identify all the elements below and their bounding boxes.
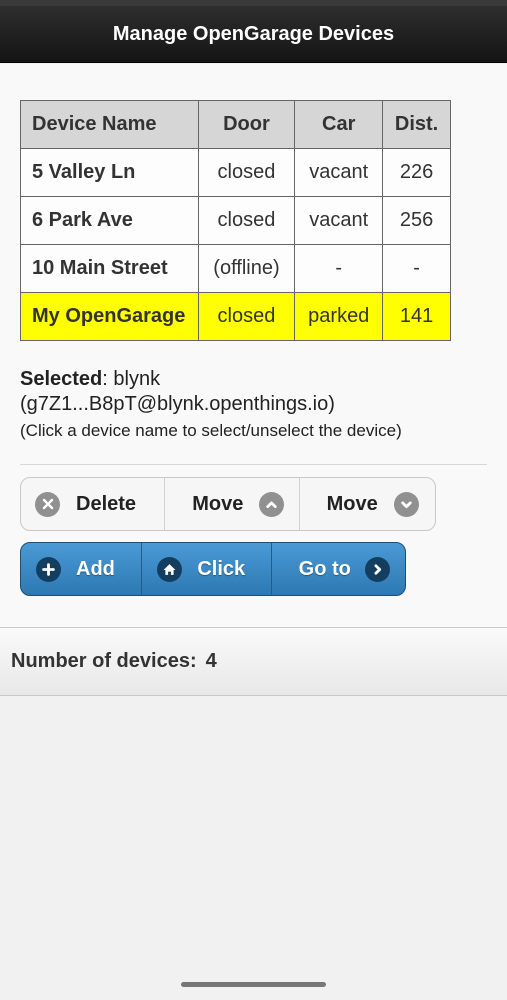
car-cell: - xyxy=(294,244,384,293)
device-name-cell[interactable]: 10 Main Street xyxy=(20,244,199,293)
door-cell: (offline) xyxy=(197,244,296,293)
primary-actions-group: Add Click Go to xyxy=(20,542,406,596)
device-count-label: Number of devices: xyxy=(11,650,197,672)
home-icon xyxy=(157,556,183,582)
delete-icon xyxy=(35,491,60,517)
table-row-selected: My OpenGarage closed parked 141 xyxy=(20,292,451,341)
move-up-button-label: Move xyxy=(192,492,244,515)
chevron-right-icon xyxy=(364,556,390,582)
move-up-button[interactable]: Move xyxy=(164,478,298,530)
selected-value: : blynk xyxy=(102,368,161,390)
selected-device-info: Selected: blynk (g7Z1...B8pT@blynk.opent… xyxy=(20,367,490,443)
dist-cell: 226 xyxy=(382,148,451,197)
chevron-down-icon xyxy=(393,491,419,517)
add-button-label: Add xyxy=(76,557,115,580)
plus-icon xyxy=(36,556,61,582)
table-row: 10 Main Street (offline) - - xyxy=(20,244,451,293)
device-name-cell[interactable]: 6 Park Ave xyxy=(20,196,199,245)
click-button[interactable]: Click xyxy=(141,543,270,595)
column-header-device-name: Device Name xyxy=(20,100,199,149)
divider xyxy=(20,464,487,465)
click-button-label: Click xyxy=(197,557,246,580)
delete-button[interactable]: Delete xyxy=(21,478,164,530)
devices-table: Device Name Door Car Dist. 5 Valley Ln c… xyxy=(20,100,451,341)
table-header-row: Device Name Door Car Dist. xyxy=(20,100,451,149)
page-header: Manage OpenGarage Devices xyxy=(0,6,507,63)
selected-token: (g7Z1...B8pT@blynk.openthings.io) xyxy=(20,393,335,415)
column-header-dist: Dist. xyxy=(382,100,451,149)
chevron-up-icon xyxy=(259,491,285,517)
table-row: 6 Park Ave closed vacant 256 xyxy=(20,196,451,245)
device-count: 4 xyxy=(205,650,217,672)
selection-hint: (Click a device name to select/unselect … xyxy=(20,421,402,440)
door-cell: closed xyxy=(197,196,296,245)
move-down-button-label: Move xyxy=(326,492,378,515)
dist-cell: - xyxy=(382,244,451,293)
table-row: 5 Valley Ln closed vacant 226 xyxy=(20,148,451,197)
device-name-cell[interactable]: My OpenGarage xyxy=(20,292,199,341)
main-content: Device Name Door Car Dist. 5 Valley Ln c… xyxy=(0,64,507,627)
car-cell: parked xyxy=(294,292,384,341)
page-title: Manage OpenGarage Devices xyxy=(112,22,395,45)
selected-label: Selected xyxy=(20,368,103,390)
door-cell: closed xyxy=(197,148,296,197)
car-cell: vacant xyxy=(294,148,384,197)
goto-button-label: Go to xyxy=(298,557,351,580)
device-name-cell[interactable]: 5 Valley Ln xyxy=(20,148,199,197)
column-header-door: Door xyxy=(197,100,296,149)
column-header-car: Car xyxy=(294,100,384,149)
move-down-button[interactable]: Move xyxy=(298,478,435,530)
delete-button-label: Delete xyxy=(76,492,137,515)
dist-cell: 141 xyxy=(382,292,451,341)
goto-button[interactable]: Go to xyxy=(270,543,405,595)
device-actions-group: Delete Move Move xyxy=(20,477,436,531)
dist-cell: 256 xyxy=(382,196,451,245)
door-cell: closed xyxy=(197,292,296,341)
add-button[interactable]: Add xyxy=(21,543,141,595)
footer-bar: Number of devices: 4 xyxy=(0,627,507,696)
home-indicator[interactable] xyxy=(181,982,326,987)
car-cell: vacant xyxy=(294,196,384,245)
